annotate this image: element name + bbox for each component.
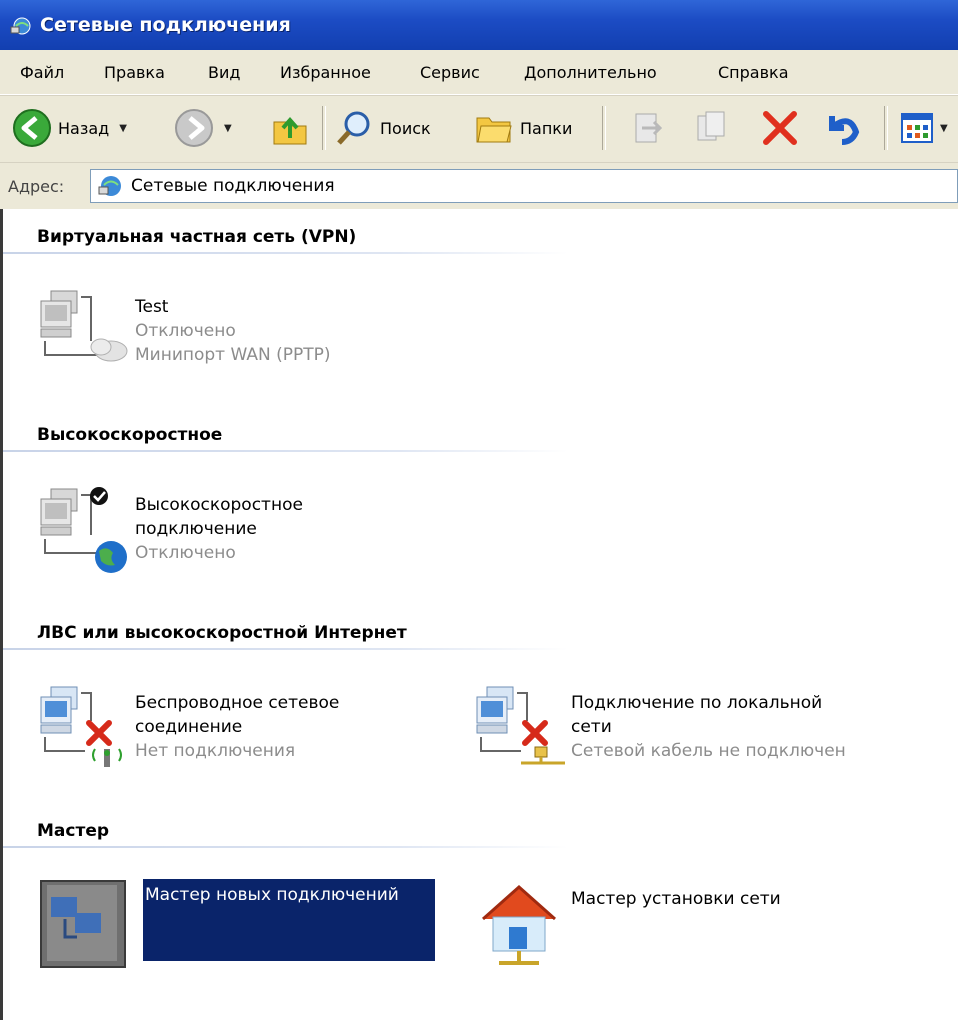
group-divider	[3, 648, 568, 650]
search-icon	[337, 111, 370, 145]
connection-status: Отключено	[135, 321, 236, 341]
wizard-selected-label: Мастер новых подключений	[143, 879, 435, 961]
home-network-icon	[482, 884, 556, 965]
connection-name-cont: подключение	[135, 519, 257, 539]
delete-button[interactable]	[760, 108, 800, 148]
back-dropdown-icon[interactable]: ▼	[119, 123, 127, 134]
wizard-name: Мастер новых подключений	[145, 885, 399, 905]
vpn-connection-icon	[40, 290, 128, 362]
group-divider	[3, 450, 568, 452]
wireless-connection-icon	[40, 686, 122, 767]
menu-bar: Файл Правка Вид Избранное Сервис Дополни…	[0, 50, 958, 95]
address-value: Сетевые подключения	[131, 176, 335, 196]
folder-up-icon	[273, 116, 307, 145]
connection-name: Test	[135, 297, 169, 317]
menu-help[interactable]: Справка	[718, 63, 789, 82]
connection-item-test[interactable]: Test Отключено Минипорт WAN (PPTP)	[37, 287, 331, 379]
group-divider	[3, 846, 568, 848]
move-to-button[interactable]	[628, 108, 668, 148]
connection-status: Сетевой кабель не подключен	[571, 741, 846, 761]
lan-connection-icon	[476, 686, 565, 765]
undo-button[interactable]	[822, 108, 862, 148]
forward-button[interactable]: ▼	[174, 108, 232, 148]
connection-device: Минипорт WAN (PPTP)	[135, 345, 331, 365]
connection-name-cont: сети	[571, 717, 612, 737]
search-button[interactable]: Поиск	[334, 108, 431, 148]
connection-item-wireless[interactable]: Беспроводное сетевое соединение Нет подк…	[37, 683, 339, 775]
address-field[interactable]: Сетевые подключения	[90, 169, 958, 203]
menu-favorites[interactable]: Избранное	[280, 63, 371, 82]
group-header-lan: ЛВС или высокоскоростной Интернет	[37, 623, 407, 643]
up-button[interactable]	[270, 108, 310, 148]
group-header-broadband: Высокоскоростное	[37, 425, 223, 445]
back-arrow-icon	[13, 109, 51, 147]
network-connections-icon	[10, 17, 31, 35]
back-button[interactable]: Назад ▼	[12, 108, 127, 148]
menu-tools[interactable]: Сервис	[420, 63, 480, 82]
views-button[interactable]: ▼	[898, 108, 948, 148]
folders-button[interactable]: Папки	[474, 108, 572, 148]
menu-file[interactable]: Файл	[20, 63, 64, 82]
views-dropdown-icon[interactable]: ▼	[940, 123, 948, 134]
folders-icon	[476, 117, 512, 143]
forward-dropdown-icon[interactable]: ▼	[224, 123, 232, 134]
address-bar: Адрес: Сетевые подключения	[0, 162, 958, 210]
copy-to-icon	[697, 111, 725, 141]
menu-advanced[interactable]: Дополнительно	[524, 63, 657, 82]
toolbar-separator	[322, 106, 326, 150]
connection-status: Отключено	[135, 543, 236, 563]
connection-name: Подключение по локальной	[571, 693, 823, 713]
network-connections-icon	[98, 176, 121, 196]
menu-view[interactable]: Вид	[208, 63, 240, 82]
address-label: Адрес:	[8, 177, 65, 196]
copy-to-button[interactable]	[692, 108, 732, 148]
toolbar-separator	[884, 106, 888, 150]
connection-item-local-area[interactable]: Подключение по локальной сети Сетевой ка…	[473, 683, 846, 775]
connection-item-broadband[interactable]: Высокоскоростное подключение Отключено	[37, 485, 303, 577]
undo-icon	[829, 116, 860, 145]
connections-pane: Виртуальная частная сеть (VPN) Test Откл…	[0, 209, 958, 1020]
title-bar[interactable]: Сетевые подключения	[0, 0, 958, 50]
delete-x-icon	[763, 111, 797, 145]
group-header-vpn: Виртуальная частная сеть (VPN)	[37, 227, 357, 247]
new-connection-wizard-icon	[40, 880, 126, 968]
group-divider	[3, 252, 568, 254]
broadband-connection-icon	[40, 487, 127, 573]
menu-edit[interactable]: Правка	[104, 63, 165, 82]
connection-name: Беспроводное сетевое	[135, 693, 340, 713]
forward-arrow-icon	[175, 109, 213, 147]
connection-name: Высокоскоростное	[135, 495, 303, 515]
views-grid-icon	[901, 113, 933, 143]
toolbar: Назад ▼ ▼ Поиск Папки ▼	[0, 95, 958, 162]
connection-status: Нет подключения	[135, 741, 296, 761]
move-to-icon	[635, 113, 663, 143]
window-title: Сетевые подключения	[40, 14, 291, 36]
new-connection-wizard[interactable]: Мастер новых подключений	[37, 879, 435, 971]
network-setup-wizard[interactable]: Мастер установки сети	[473, 879, 781, 971]
connection-name-cont: соединение	[135, 717, 243, 737]
group-header-wizard: Мастер	[37, 821, 110, 841]
wizard-name: Мастер установки сети	[571, 889, 781, 909]
toolbar-separator	[602, 106, 606, 150]
